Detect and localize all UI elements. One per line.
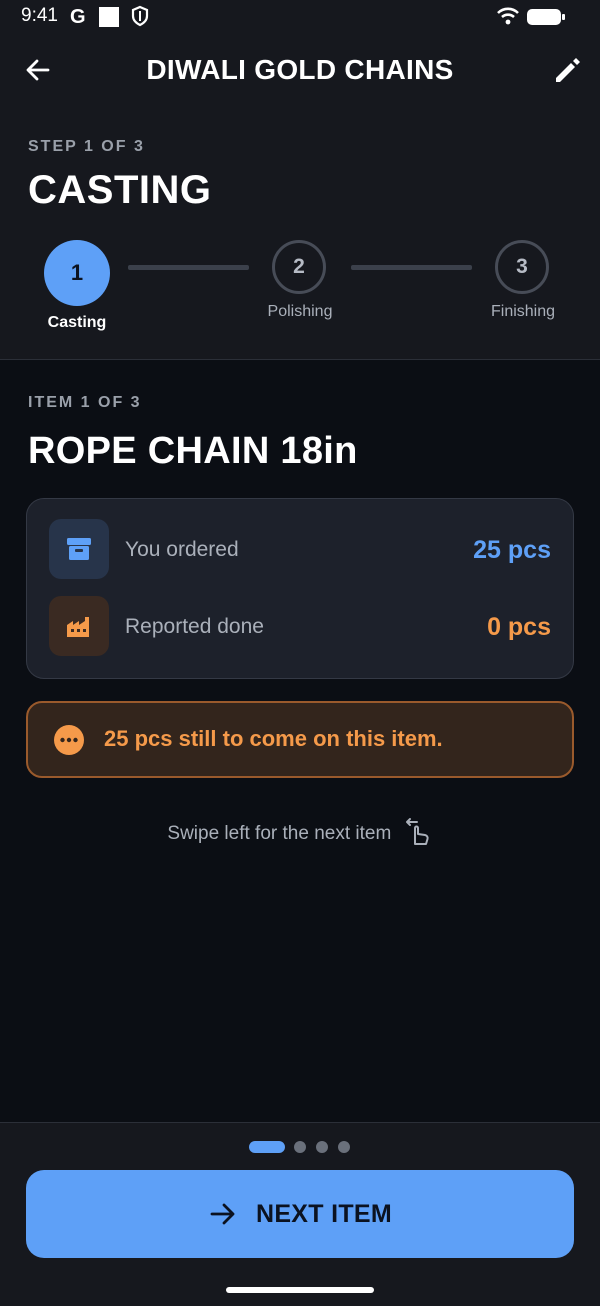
item-counter: ITEM 1 OF 3 — [28, 394, 142, 411]
item-title: ROPE CHAIN 18in — [28, 430, 358, 472]
pager-dot-active[interactable] — [249, 1141, 285, 1153]
battery-icon — [526, 7, 566, 32]
home-indicator[interactable] — [226, 1287, 374, 1293]
step-title: CASTING — [28, 168, 212, 212]
shield-icon — [130, 5, 150, 32]
google-g-icon: G — [68, 5, 90, 32]
remaining-banner: 25 pcs still to come on this item. — [26, 701, 574, 778]
pencil-icon — [556, 58, 580, 82]
stepper-step-2-label: Polishing — [267, 303, 333, 320]
edit-button[interactable] — [552, 54, 584, 91]
page-title: DIWALI GOLD CHAINS — [146, 54, 454, 85]
svg-text:G: G — [70, 6, 86, 27]
stepper-step-3[interactable]: 3 — [495, 240, 549, 294]
ordered-icon-box — [49, 519, 109, 579]
square-notification-icon — [98, 6, 120, 33]
more-dots-icon — [54, 725, 84, 755]
stepper-step-2[interactable]: 2 — [272, 240, 326, 294]
arrow-right-icon — [210, 1203, 235, 1225]
next-item-button[interactable]: NEXT ITEM — [26, 1170, 574, 1258]
swipe-hint: Swipe left for the next item — [0, 816, 600, 846]
done-value: 0 pcs — [487, 613, 551, 641]
swipe-gesture-icon — [405, 818, 429, 845]
stepper-connector — [128, 265, 249, 270]
stepper-step-1-label: Casting — [47, 314, 107, 331]
wifi-icon — [496, 5, 520, 32]
pager-dot[interactable] — [338, 1141, 350, 1153]
factory-icon — [67, 617, 89, 637]
stepper-step-3-label: Finishing — [490, 303, 556, 320]
done-icon-box — [49, 596, 109, 656]
pager-dot[interactable] — [294, 1141, 306, 1153]
quantity-card: You ordered 25 pcs Reported done 0 pcs — [26, 498, 574, 679]
remaining-banner-text: 25 pcs still to come on this item. — [104, 726, 443, 751]
status-bar: 9:41 G — [0, 0, 600, 32]
ordered-value: 25 pcs — [473, 536, 551, 564]
done-label: Reported done — [125, 615, 264, 638]
stepper-step-1[interactable]: 1 — [44, 240, 110, 306]
stepper-connector — [351, 265, 472, 270]
pager-dot[interactable] — [316, 1141, 328, 1153]
archive-box-icon — [67, 538, 91, 560]
swipe-hint-text: Swipe left for the next item — [167, 823, 392, 844]
ordered-label: You ordered — [125, 538, 239, 561]
status-time: 9:41 — [21, 5, 58, 26]
step-counter: STEP 1 OF 3 — [28, 138, 145, 155]
next-item-label: NEXT ITEM — [255, 1199, 393, 1228]
